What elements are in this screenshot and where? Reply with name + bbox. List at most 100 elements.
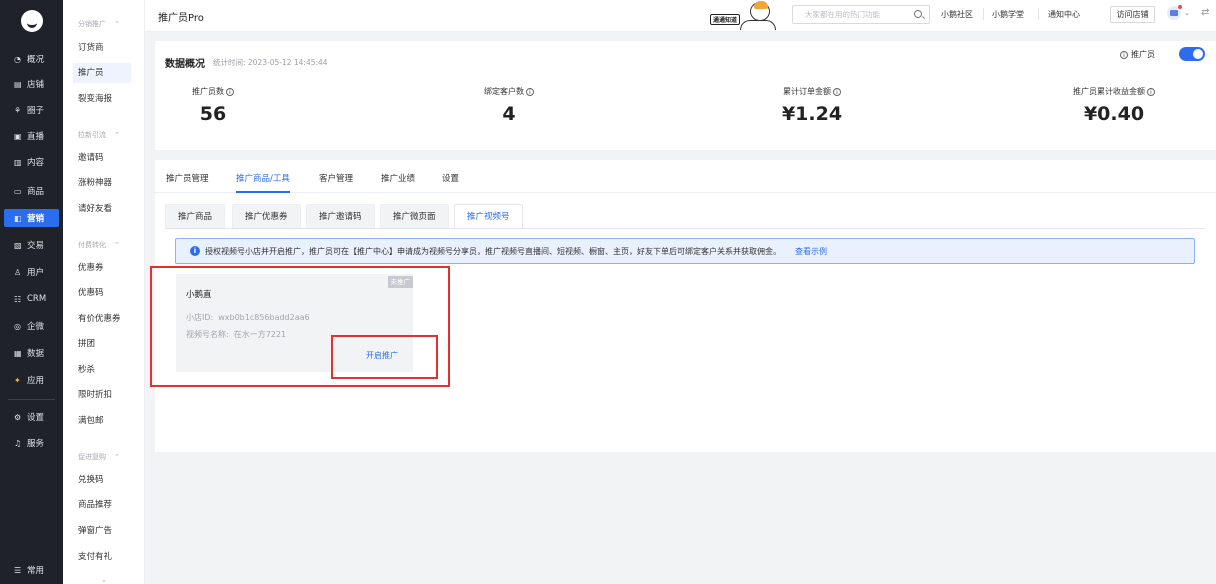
info-icon[interactable]: i: [526, 88, 534, 96]
search-icon[interactable]: [914, 10, 922, 18]
rail-item-label: 服务: [27, 439, 45, 449]
rail-item-label: 圈子: [27, 106, 45, 116]
tab-performance[interactable]: 推广业绩: [381, 172, 415, 184]
subnav-item-paid-coupon[interactable]: 有价优惠券: [73, 309, 131, 329]
rail-item-crm[interactable]: ☷ CRM: [4, 290, 59, 308]
tab-settings[interactable]: 设置: [442, 172, 459, 184]
search-input[interactable]: [793, 6, 908, 23]
rail-divider: [8, 399, 55, 400]
rail-item-favorites[interactable]: ☰ 常用: [4, 561, 59, 579]
subnav-item-invite-friends[interactable]: 请好友看: [73, 199, 131, 219]
stat-label: 累计订单金额: [783, 87, 831, 96]
overview-timestamp: 统计时间: 2023-05-12 14:45:44: [213, 58, 328, 67]
subnav-item-poster[interactable]: 裂变海报: [73, 89, 131, 109]
info-icon[interactable]: i: [1120, 51, 1128, 59]
subnav-item-promoter[interactable]: 推广员: [73, 63, 131, 83]
rail-item-store[interactable]: ▤ 店铺: [4, 75, 59, 93]
info-icon[interactable]: i: [226, 88, 234, 96]
notification-link[interactable]: 通知中心: [1048, 9, 1080, 20]
subnav-item-pay-gift[interactable]: 支付有礼: [73, 547, 131, 567]
main-tabs: 推广员管理 推广商品/工具 客户管理 推广业绩 设置: [155, 160, 1216, 193]
subnav-item-redeem-code[interactable]: 兑换码: [73, 470, 131, 490]
promoter-toggle-label: i 推广员: [1120, 49, 1155, 60]
rail-item-data[interactable]: ▦ 数据: [4, 344, 59, 362]
service-icon: ♫: [14, 438, 22, 448]
rail-item-content[interactable]: ▥ 内容: [4, 153, 59, 171]
subnav-item-flash-sale[interactable]: 秒杀: [73, 360, 131, 380]
subtab-divider: [165, 228, 1205, 229]
subnav-item-group-buy[interactable]: 拼团: [73, 334, 131, 354]
divider: [983, 8, 984, 20]
notice-text: 授权视频号小店并开启推广，推广员可在【推广中心】申请成为视频号分享员，推广视频号…: [205, 246, 781, 256]
mascot-body: [740, 20, 776, 30]
rail-item-label: 商品: [27, 187, 45, 197]
subnav-item-free-shipping[interactable]: 满包邮: [73, 411, 131, 431]
rail-item-circle[interactable]: ⚘ 圈子: [4, 101, 59, 119]
channel-name-row: 视频号名称: 在水一方7221: [186, 330, 287, 339]
switch-icon[interactable]: ⇄: [1201, 7, 1209, 18]
chevron-up-icon: ⌃: [114, 241, 120, 249]
marketing-icon: ◧: [14, 213, 22, 223]
rail-item-label: 店铺: [27, 80, 45, 90]
stat-label: 推广员数: [192, 87, 224, 96]
community-link[interactable]: 小鹅社区: [941, 9, 973, 20]
rail-item-label: 企微: [27, 322, 45, 332]
info-icon[interactable]: i: [833, 88, 841, 96]
store-icon: ▤: [14, 79, 22, 89]
subnav-item-coupon[interactable]: 优惠券: [73, 258, 131, 278]
subnav-item-promo-code[interactable]: 优惠码: [73, 283, 131, 303]
products-icon: ▭: [14, 186, 22, 196]
search-box: [792, 5, 930, 24]
promoter-toggle[interactable]: [1179, 47, 1205, 61]
group-title-conversion[interactable]: 付费转化 ⌃: [78, 240, 120, 250]
tab-promote-products[interactable]: 推广商品/工具: [236, 172, 290, 193]
rail-item-products[interactable]: ▭ 商品: [4, 182, 59, 200]
rail-item-settings[interactable]: ⚙ 设置: [4, 408, 59, 426]
subnav-item-fans-tool[interactable]: 涨粉神器: [73, 173, 131, 193]
subnav-item-recommend[interactable]: 商品推荐: [73, 495, 131, 515]
stat-label: 绑定客户数: [484, 87, 524, 96]
visit-store-button[interactable]: 访问店铺: [1110, 6, 1155, 23]
subnav-item-invite-code[interactable]: 邀请码: [73, 148, 131, 168]
mascot-banner[interactable]: 通通知道: [710, 1, 782, 31]
rail-item-trade[interactable]: ▧ 交易: [4, 236, 59, 254]
rail-item-service[interactable]: ♫ 服务: [4, 434, 59, 452]
view-example-link[interactable]: 查看示例: [795, 246, 827, 257]
subnav-item-limited-discount[interactable]: 限时折扣: [73, 385, 131, 405]
subtab-micro-pages[interactable]: 推广微页面: [380, 204, 449, 228]
chevron-down-icon[interactable]: ⌄: [1184, 9, 1190, 17]
chevron-down-icon[interactable]: ⌄: [101, 576, 107, 584]
stat-label: 推广员累计收益金额: [1073, 87, 1145, 96]
tab-customer-management[interactable]: 客户管理: [319, 172, 353, 184]
main-panel: 推广员管理 推广商品/工具 客户管理 推广业绩 设置 推广商品 推广优惠券 推广…: [150, 160, 1216, 452]
rail-item-wecom[interactable]: ◎ 企微: [4, 317, 59, 335]
rail-item-label: 常用: [27, 566, 45, 576]
data-icon: ▦: [14, 348, 22, 358]
subtab-video-channel[interactable]: 推广视频号: [454, 204, 523, 228]
rail-item-label: 概况: [27, 55, 45, 65]
subtab-invite-codes[interactable]: 推广邀请码: [306, 204, 375, 228]
academy-link[interactable]: 小鹅学堂: [992, 9, 1024, 20]
rail-item-live[interactable]: ▣ 直播: [4, 127, 59, 145]
rail-item-users[interactable]: ♙ 用户: [4, 263, 59, 281]
subnav-item-popup-ad[interactable]: 弹窗广告: [73, 521, 131, 541]
chevron-up-icon: ⌃: [114, 453, 120, 461]
app-logo[interactable]: [21, 10, 43, 32]
subnav-item-ordering[interactable]: 订货商: [73, 38, 131, 58]
notification-dot: [1178, 5, 1182, 9]
subtab-products[interactable]: 推广商品: [165, 204, 226, 228]
rail-item-overview[interactable]: ◔ 概况: [4, 50, 59, 68]
page-title: 推广员Pro: [158, 13, 204, 24]
group-title-acquisition[interactable]: 拉新引流 ⌃: [78, 130, 120, 140]
chevron-up-icon: ⌃: [114, 20, 120, 28]
gear-icon: ⚙: [14, 412, 22, 422]
group-title-repurchase[interactable]: 促进复购 ⌃: [78, 452, 120, 462]
rail-item-apps[interactable]: ✦ 应用: [4, 371, 59, 389]
info-notice: i 授权视频号小店并开启推广，推广员可在【推广中心】申请成为视频号分享员，推广视…: [175, 238, 1195, 264]
info-icon[interactable]: i: [1147, 88, 1155, 96]
rail-item-marketing[interactable]: ◧ 营销: [4, 209, 59, 227]
subtab-coupons[interactable]: 推广优惠券: [232, 204, 301, 228]
group-title-distribution[interactable]: 分销推广 ⌃: [78, 19, 120, 29]
tab-promoter-management[interactable]: 推广员管理: [166, 172, 209, 184]
rail-item-label: 设置: [27, 413, 45, 423]
